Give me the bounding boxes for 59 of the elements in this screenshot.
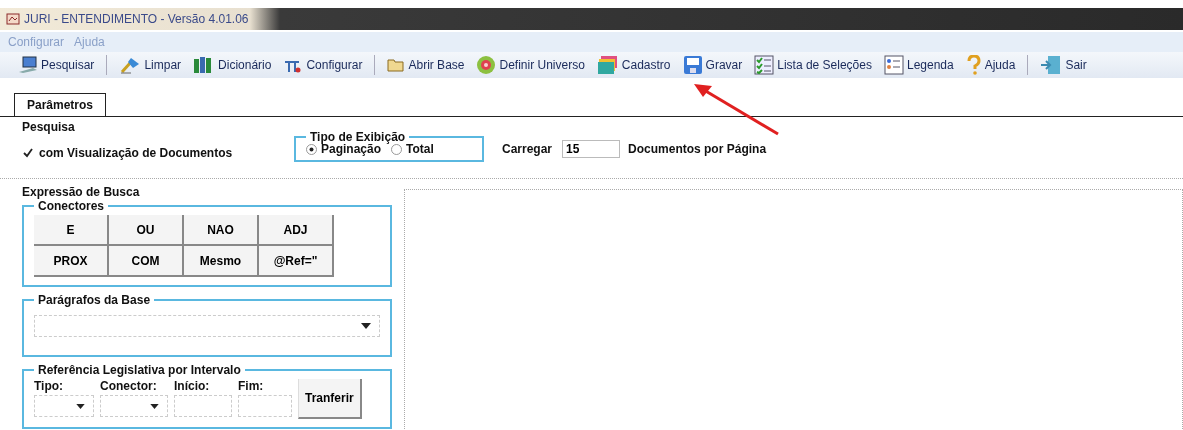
- group-title: Expressão de Busca: [22, 185, 141, 199]
- connector-button[interactable]: ADJ: [259, 215, 334, 246]
- question-icon: [965, 55, 982, 75]
- connector-button[interactable]: NAO: [184, 215, 259, 246]
- field-label: Tipo:: [34, 379, 65, 393]
- toolbar-button[interactable]: Gravar: [682, 55, 743, 75]
- toolbar-button[interactable]: Sair: [1040, 55, 1087, 75]
- field-label: Conector:: [100, 379, 158, 393]
- dropdown-arrow-icon: [76, 403, 85, 409]
- toolbar-button[interactable]: Cadastro: [596, 55, 671, 75]
- paragraph-dropdown[interactable]: [34, 315, 380, 337]
- group-title: Pesquisa: [22, 120, 76, 134]
- connector-button[interactable]: Mesmo: [184, 246, 259, 277]
- toolbar-button[interactable]: Lista de Seleções: [754, 55, 872, 75]
- legend-icon: [883, 55, 904, 75]
- dropdown-arrow-icon: [150, 403, 159, 409]
- radio-button[interactable]: [306, 143, 317, 155]
- connector-button[interactable]: PROX: [34, 246, 109, 277]
- radio-button[interactable]: [391, 143, 403, 155]
- end-field[interactable]: [238, 395, 292, 417]
- toolbar-button[interactable]: Pesquisar: [18, 56, 95, 74]
- transfer-button[interactable]: Tranferir: [298, 379, 362, 419]
- monitor-icon: [18, 56, 38, 74]
- app-icon: [6, 13, 20, 25]
- count-field[interactable]: 15: [562, 140, 621, 158]
- connector-button[interactable]: E: [34, 215, 109, 246]
- files-icon: [596, 55, 619, 75]
- connector-dropdown[interactable]: [100, 395, 168, 417]
- connector-button[interactable]: OU: [109, 215, 184, 246]
- group-title: Parágrafos da Base: [37, 293, 152, 307]
- field-label: Fim:: [238, 379, 265, 393]
- dropdown-arrow-icon: [361, 323, 371, 329]
- tab[interactable]: Parâmetros: [14, 93, 107, 116]
- floppy-icon: [682, 55, 703, 75]
- toolbar-button[interactable]: Dicionário: [193, 56, 272, 74]
- group-title: Conectores: [37, 199, 106, 213]
- radio-option[interactable]: Paginação: [306, 142, 382, 156]
- toolbar-button[interactable]: Legenda: [883, 55, 954, 75]
- per-page-label: Documentos por Página: [628, 142, 767, 156]
- group-title: Tipo de Exibição: [309, 130, 406, 144]
- field-label: Início:: [174, 379, 211, 393]
- toolbar-button[interactable]: Limpar: [119, 56, 182, 74]
- connector-button[interactable]: COM: [109, 246, 184, 277]
- toolbar-button[interactable]: Abrir Base: [387, 57, 465, 73]
- checkbox-label: com Visualização de Documentos: [39, 146, 233, 160]
- radio-option[interactable]: Total: [391, 142, 434, 156]
- load-label: Carregar: [502, 142, 553, 156]
- toolbar-button[interactable]: Configurar: [283, 56, 363, 74]
- toolbar-button[interactable]: Ajuda: [965, 55, 1016, 75]
- connector-button[interactable]: @Ref=": [259, 246, 334, 277]
- toolbar-button[interactable]: Definir Universo: [476, 55, 585, 75]
- target-icon: [476, 55, 497, 75]
- type-dropdown[interactable]: [34, 395, 94, 417]
- folder-icon: [387, 57, 406, 73]
- checklist-icon: [754, 55, 775, 75]
- start-field[interactable]: [174, 395, 232, 417]
- group-title: Referência Legislativa por Intervalo: [37, 363, 242, 377]
- door-icon: [1040, 55, 1063, 75]
- window-title: JURI - ENTENDIMENTO - Versão 4.01.06: [24, 12, 249, 26]
